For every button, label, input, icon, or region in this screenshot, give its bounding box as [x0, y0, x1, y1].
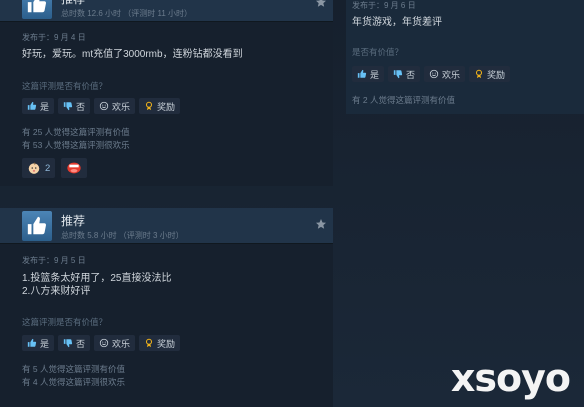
vote-funny-label: 欢乐: [442, 69, 461, 80]
recommended-label: 推荐: [61, 214, 86, 228]
award-label: 奖励: [157, 338, 176, 349]
review-text-line-1: 1.投篮条太好用了，25直接没法比: [22, 273, 172, 284]
thumbs-up-icon: [22, 0, 52, 19]
playtime-text: 总时数 12.6 小时 （评测时 11 小时）: [61, 9, 192, 18]
vote-funny-label: 欢乐: [112, 101, 131, 112]
award-item[interactable]: 2: [22, 158, 56, 178]
award-button[interactable]: 奖励: [139, 98, 181, 114]
helpful-count: 有 5 人觉得这篇评测有价值: [22, 364, 125, 374]
helpful-question: 这篇评测是否有价值？: [22, 81, 108, 91]
review-card-3: 发布于：9 月 6 日 年货游戏，年货差评 是否有价值？ 是 否 欢乐 奖励 有…: [346, 0, 584, 114]
funny-count: 有 4 人觉得这篇评测很欢乐: [22, 377, 125, 387]
award-label: 奖励: [487, 69, 506, 80]
star-icon[interactable]: [315, 0, 327, 8]
thumbs-down-icon: [63, 339, 73, 348]
thumbs-up-icon: [357, 69, 367, 78]
award-medal-icon: [146, 338, 153, 348]
thumbs-down-icon: [63, 102, 73, 111]
award-medal-icon: [476, 69, 483, 79]
vote-yes-label: 是: [40, 101, 50, 112]
vote-buttons: 是 否 欢乐 奖励: [22, 98, 181, 114]
vote-funny-label: 欢乐: [112, 338, 131, 349]
review-header: 推荐 总时数 12.6 小时 （评测时 11 小时）: [0, 0, 333, 22]
recommended-label: 推荐: [61, 0, 85, 7]
awards-list: 2: [22, 158, 88, 178]
helpful-question: 这篇评测是否有价值？: [22, 317, 108, 327]
posted-date: 发布于：9 月 4 日: [22, 33, 86, 42]
posted-date: 发布于：9 月 6 日: [352, 1, 416, 10]
vote-yes-label: 是: [370, 69, 380, 80]
posted-date: 发布于：9 月 5 日: [22, 256, 86, 265]
thumbs-down-icon: [393, 70, 403, 79]
award-count: 2: [45, 162, 51, 174]
vote-funny-button[interactable]: 欢乐: [424, 66, 466, 82]
review-card-2: 推荐 总时数 5.8 小时 （评测时 3 小时） 发布于：9 月 5 日 1.投…: [0, 208, 333, 407]
helpful-question: 是否有价值？: [352, 47, 404, 57]
review-text: 好玩，爱玩。mt充值了3000rmb，连粉钻都没看到: [22, 49, 243, 60]
smiley-icon: [429, 69, 439, 79]
vote-yes-label: 是: [40, 338, 50, 349]
thumbs-up-icon: [27, 101, 37, 110]
review-card-1: 推荐 总时数 12.6 小时 （评测时 11 小时） 发布于：9 月 4 日 好…: [0, 0, 333, 186]
laughing-mouth-award-icon: [67, 162, 81, 174]
playtime-text: 总时数 5.8 小时 （评测时 3 小时）: [61, 231, 184, 240]
vote-buttons: 是 否 欢乐 奖励: [22, 335, 181, 351]
award-item[interactable]: [61, 158, 88, 178]
vote-buttons: 是 否 欢乐 奖励: [352, 66, 511, 82]
vote-yes-button[interactable]: 是: [22, 98, 55, 114]
review-text-line-2: 2.八方来财好评: [22, 286, 91, 297]
award-button[interactable]: 奖励: [139, 335, 181, 351]
smiley-icon: [99, 101, 109, 111]
vote-no-label: 否: [76, 338, 86, 349]
star-icon[interactable]: [315, 218, 327, 230]
vote-no-label: 否: [76, 101, 86, 112]
helpful-count: 有 25 人觉得这篇评测有价值: [22, 127, 130, 137]
funny-count: 有 53 人觉得这篇评测很欢乐: [22, 140, 130, 150]
vote-no-label: 否: [406, 69, 416, 80]
vote-yes-button[interactable]: 是: [352, 66, 385, 82]
helpful-count: 有 2 人觉得这篇评测有价值: [352, 95, 455, 105]
vote-funny-button[interactable]: 欢乐: [94, 98, 136, 114]
award-medal-icon: [146, 101, 153, 111]
review-text: 年货游戏，年货差评: [352, 17, 442, 28]
award-label: 奖励: [157, 101, 176, 112]
vote-yes-button[interactable]: 是: [22, 335, 55, 351]
vote-no-button[interactable]: 否: [58, 98, 91, 114]
review-header: 推荐 总时数 5.8 小时 （评测时 3 小时）: [0, 208, 333, 244]
vote-funny-button[interactable]: 欢乐: [94, 335, 136, 351]
watermark-logo: xsoyo: [450, 356, 571, 400]
baby-face-award-icon: [28, 162, 40, 174]
vote-no-button[interactable]: 否: [58, 335, 91, 351]
smiley-icon: [99, 338, 109, 348]
reviews-page: 推荐 总时数 12.6 小时 （评测时 11 小时） 发布于：9 月 4 日 好…: [0, 0, 584, 407]
thumbs-up-icon: [22, 211, 52, 241]
award-button[interactable]: 奖励: [469, 66, 511, 82]
vote-no-button[interactable]: 否: [388, 66, 421, 82]
thumbs-up-icon: [27, 338, 37, 347]
